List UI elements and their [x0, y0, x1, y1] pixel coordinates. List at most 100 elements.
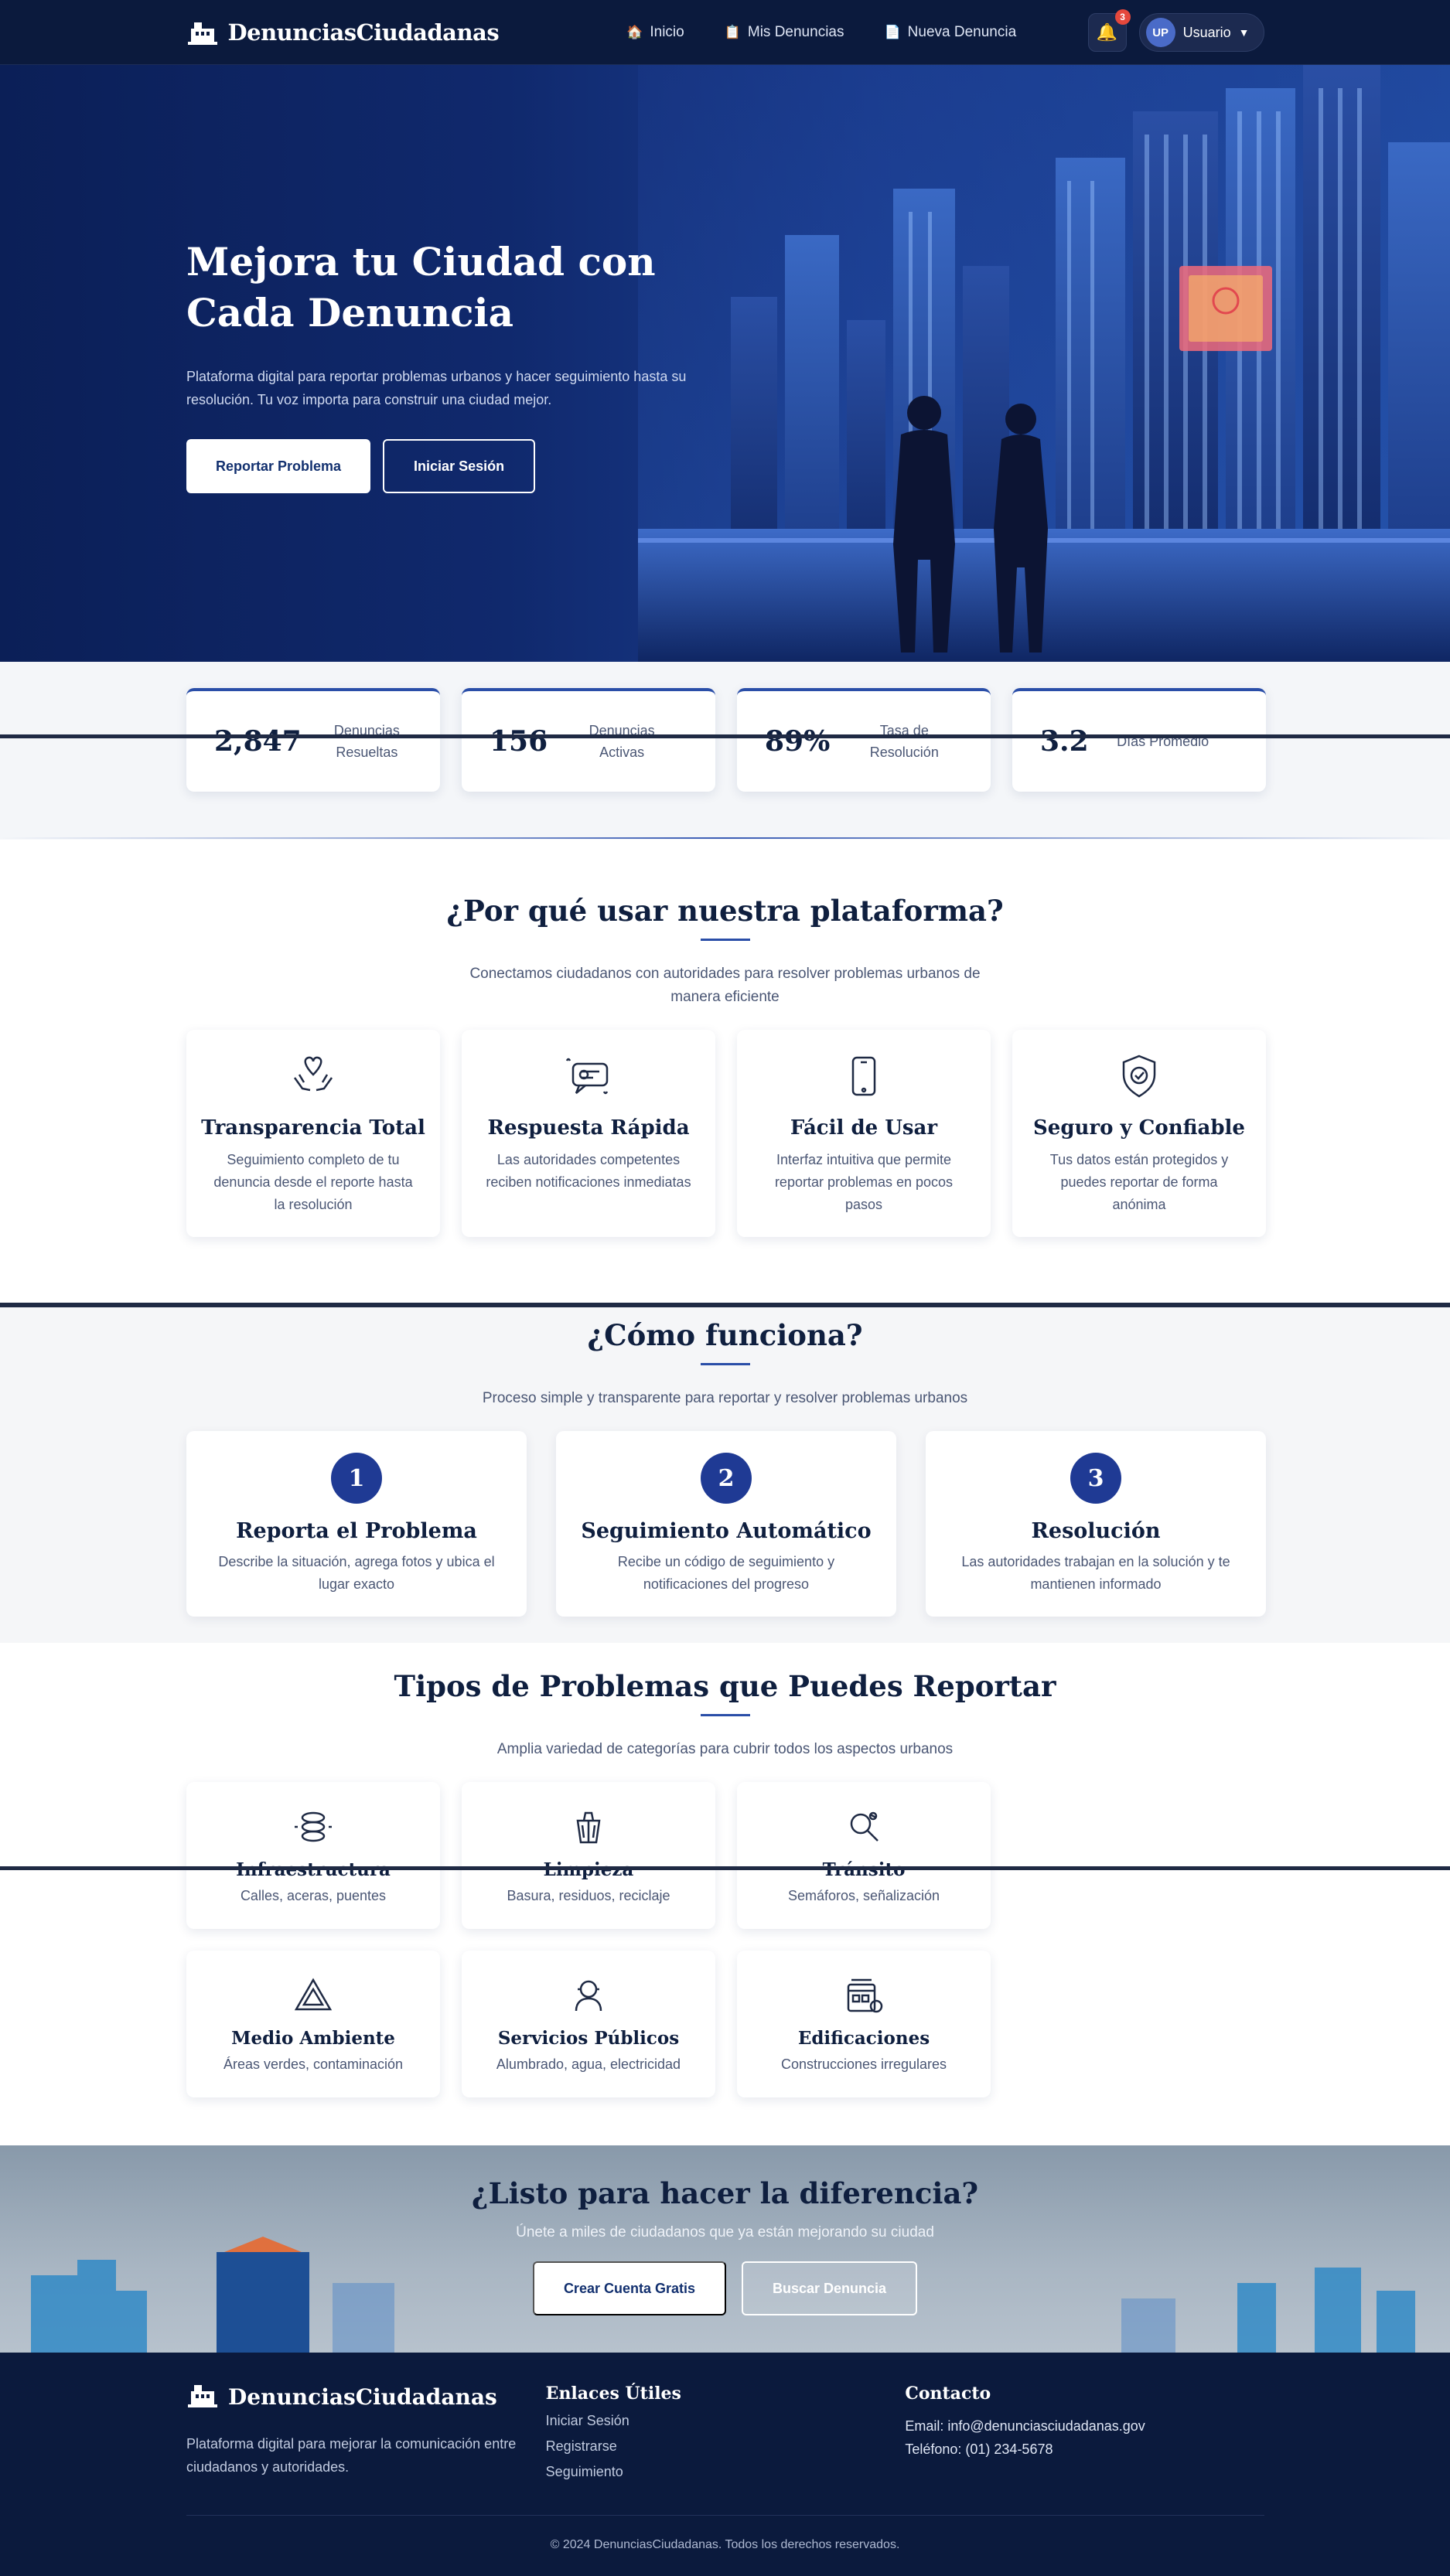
section-title: ¿Cómo funciona?: [587, 1318, 863, 1352]
user-label: Usuario: [1182, 24, 1231, 40]
notifications-button[interactable]: 🔔 3: [1087, 9, 1131, 52]
footer-contact-info: Email: info@denunciasciudadanas.gov Telé…: [905, 2414, 1264, 2461]
feature-title: Transparencia Total: [201, 1116, 425, 1140]
nav-link-label: Nueva Denuncia: [907, 24, 1017, 40]
category-description: Semáforos, señalización: [787, 1888, 940, 1903]
section-subtitle: Proceso simple y transparente para repor…: [482, 1390, 968, 1406]
step-description: Describe la situación, agrega fotos y ub…: [218, 1554, 495, 1592]
cta-title: ¿Listo para hacer la diferencia?: [471, 2176, 979, 2210]
avatar: UP: [1145, 18, 1175, 47]
category-card-limpieza[interactable]: Limpieza Basura, residuos, reciclaje: [462, 1782, 715, 1929]
feature-title: Respuesta Rápida: [487, 1116, 690, 1140]
infrastructure-icon: [292, 1805, 335, 1849]
category-card-edificaciones[interactable]: Edificaciones Construcciones irregulares: [737, 1951, 991, 2097]
category-description: Construcciones irregulares: [780, 2056, 947, 2072]
user-menu-button[interactable]: UP Usuario ▼: [1138, 13, 1264, 52]
fast-message-icon: [564, 1051, 613, 1101]
report-problem-button[interactable]: Reportar Problema: [186, 439, 371, 493]
buildings-icon: [842, 1974, 885, 2017]
category-title: Servicios Públicos: [497, 2028, 680, 2049]
building-icon: [186, 16, 219, 49]
tablet-icon: [839, 1051, 889, 1101]
title-underline: [700, 1714, 750, 1716]
stat-value: 3.2: [1040, 725, 1089, 758]
step-number: 2: [701, 1453, 752, 1504]
footer-brand-name: DenunciasCiudadanas: [228, 2384, 497, 2410]
how-it-works-section: ¿Cómo funciona? Proceso simple y transpa…: [0, 1303, 1450, 1643]
footer: DenunciasCiudadanas Plataforma digital p…: [0, 2353, 1450, 2576]
title-underline: [700, 1363, 750, 1365]
step-title: Resolución: [1031, 1519, 1161, 1543]
category-description: Áreas verdes, contaminación: [223, 2056, 404, 2072]
brand-logo[interactable]: DenunciasCiudadanas: [186, 16, 500, 49]
stat-card: 156 Denuncias Activas: [462, 688, 715, 792]
category-card-medio-ambiente[interactable]: Medio Ambiente Áreas verdes, contaminaci…: [186, 1951, 440, 2097]
step-title: Seguimiento Automático: [581, 1519, 872, 1543]
city-skyline-illustration: [638, 65, 1450, 662]
heart-hands-icon: [288, 1051, 338, 1101]
document-icon: 📄: [884, 25, 901, 39]
feature-card: Seguro y Confiable Tus datos están prote…: [1012, 1030, 1266, 1237]
shield-check-icon: [1114, 1051, 1164, 1101]
step-card: 2 Seguimiento Automático Recibe un códig…: [556, 1431, 896, 1617]
building-icon: [186, 2379, 219, 2415]
step-title: Reporta el Problema: [236, 1519, 477, 1543]
house-icon: 🏠: [626, 25, 643, 39]
step-number: 1: [331, 1453, 382, 1504]
create-account-button[interactable]: Crear Cuenta Gratis: [532, 2261, 726, 2315]
contact-email[interactable]: Email: info@denunciasciudadanas.gov: [905, 2418, 1145, 2434]
stat-label: Denuncias Resueltas: [333, 723, 400, 760]
public-services-icon: [567, 1974, 610, 2017]
feature-card: Fácil de Usar Interfaz intuitiva que per…: [737, 1030, 991, 1237]
hero-title: Mejora tu Ciudad con Cada Denuncia: [186, 239, 656, 336]
stat-card: 3.2 Días Promedio: [1012, 688, 1266, 792]
clipboard-icon: 📋: [724, 25, 741, 39]
step-card: 3 Resolución Las autoridades trabajan en…: [926, 1431, 1266, 1617]
environment-icon: [292, 1974, 335, 2017]
stat-value: 2,847: [214, 725, 302, 758]
nav-link-inicio[interactable]: 🏠 Inicio: [626, 24, 684, 41]
cta-section: ¿Listo para hacer la diferencia? Únete a…: [0, 2145, 1450, 2353]
feature-description: Interfaz intuitiva que permite reportar …: [774, 1152, 954, 1212]
nav-link-mis-denuncias[interactable]: 📋 Mis Denuncias: [725, 24, 844, 41]
login-button[interactable]: Iniciar Sesión: [383, 439, 536, 493]
brand-name: DenunciasCiudadanas: [227, 19, 500, 46]
feature-title: Fácil de Usar: [790, 1116, 938, 1140]
footer-brand: DenunciasCiudadanas: [186, 2379, 546, 2415]
search-complaint-button[interactable]: Buscar Denuncia: [742, 2261, 918, 2315]
footer-link-register[interactable]: Registrarse: [546, 2438, 906, 2455]
main-nav: 🏠 Inicio 📋 Mis Denuncias 📄 Nueva Denuncia: [626, 24, 1016, 41]
stat-card: 89% Tasa de Resolución: [737, 688, 991, 792]
nav-link-label: Inicio: [650, 24, 684, 40]
footer-link-login[interactable]: Iniciar Sesión: [546, 2413, 906, 2429]
contact-phone: Teléfono: (01) 234-5678: [905, 2441, 1053, 2457]
cta-subtitle: Únete a miles de ciudadanos que ya están…: [516, 2224, 934, 2240]
cleaning-icon: [567, 1805, 610, 1849]
category-card-servicios-publicos[interactable]: Servicios Públicos Alumbrado, agua, elec…: [462, 1951, 715, 2097]
footer-description: Plataforma digital para mejorar la comun…: [186, 2436, 517, 2475]
nav-link-label: Mis Denuncias: [747, 24, 844, 40]
notification-count-badge: 3: [1114, 9, 1131, 25]
feature-title: Seguro y Confiable: [1033, 1116, 1245, 1140]
category-title: Medio Ambiente: [231, 2028, 395, 2049]
category-card-infraestructura[interactable]: Infraestructura Calles, aceras, puentes: [186, 1782, 440, 1929]
features-section: ¿Por qué usar nuestra plataforma? Conect…: [0, 866, 1450, 1303]
footer-link-tracking[interactable]: Seguimiento: [546, 2464, 906, 2480]
stat-value: 89%: [765, 725, 831, 758]
feature-description: Las autoridades competentes reciben noti…: [486, 1152, 691, 1190]
category-title: Edificaciones: [797, 2028, 930, 2049]
traffic-icon: [842, 1805, 885, 1849]
stat-label: Tasa de Resolución: [869, 723, 939, 760]
footer-divider: [186, 2515, 1264, 2516]
nav-link-nueva-denuncia[interactable]: 📄 Nueva Denuncia: [884, 24, 1016, 41]
category-card-transito[interactable]: Tránsito Semáforos, señalización: [737, 1782, 991, 1929]
stats-section: 2,847 Denuncias Resueltas 156 Denuncias Ac…: [0, 662, 1450, 840]
stat-value: 156: [490, 725, 548, 758]
section-divider: [0, 837, 1450, 839]
footer-contact-heading: Contacto: [905, 2383, 991, 2404]
section-divider: [0, 1866, 1450, 1870]
category-description: Basura, residuos, reciclaje: [507, 1888, 670, 1903]
category-description: Calles, aceras, puentes: [240, 1888, 387, 1903]
hero-description: Plataforma digital para reportar problem…: [186, 369, 687, 407]
title-underline: [700, 939, 750, 941]
